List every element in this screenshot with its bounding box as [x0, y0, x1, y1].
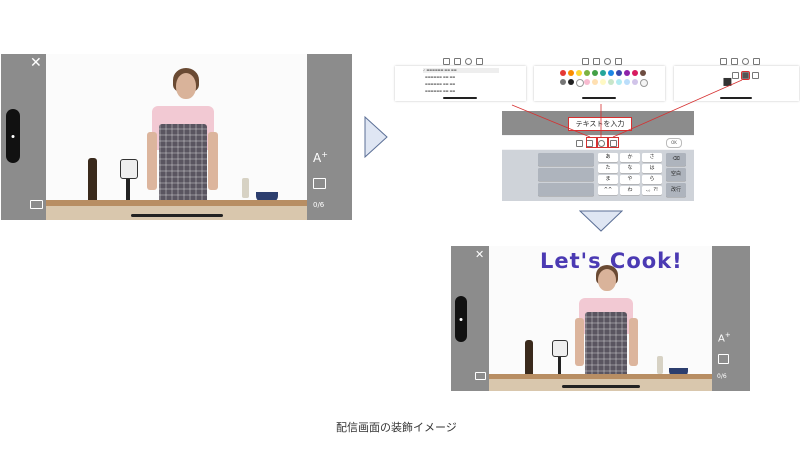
preview-phone-after: Let's Cook! ✕ A+ 0/6 — [451, 246, 750, 391]
home-indicator — [562, 385, 640, 388]
overlay-text[interactable]: Let's Cook! — [540, 249, 683, 273]
bottle — [525, 340, 533, 378]
camera-switch-icon[interactable] — [475, 372, 486, 380]
phone-on-tripod — [552, 340, 568, 357]
add-text-plus: + — [724, 331, 731, 339]
decoration-counter: 0/6 — [717, 373, 727, 380]
person-apron — [585, 312, 627, 378]
side-control-pill[interactable] — [455, 296, 467, 342]
close-icon[interactable]: ✕ — [475, 249, 484, 260]
image-add-icon[interactable] — [718, 354, 729, 364]
add-text-label: A — [718, 333, 725, 345]
person-arm-left — [575, 318, 584, 366]
arrow-down-icon — [579, 210, 623, 232]
person-arm-right — [629, 318, 638, 366]
caption: 配信画面の装飾イメージ — [336, 421, 457, 434]
add-text-button[interactable]: A+ — [718, 331, 731, 344]
jar — [657, 356, 663, 374]
